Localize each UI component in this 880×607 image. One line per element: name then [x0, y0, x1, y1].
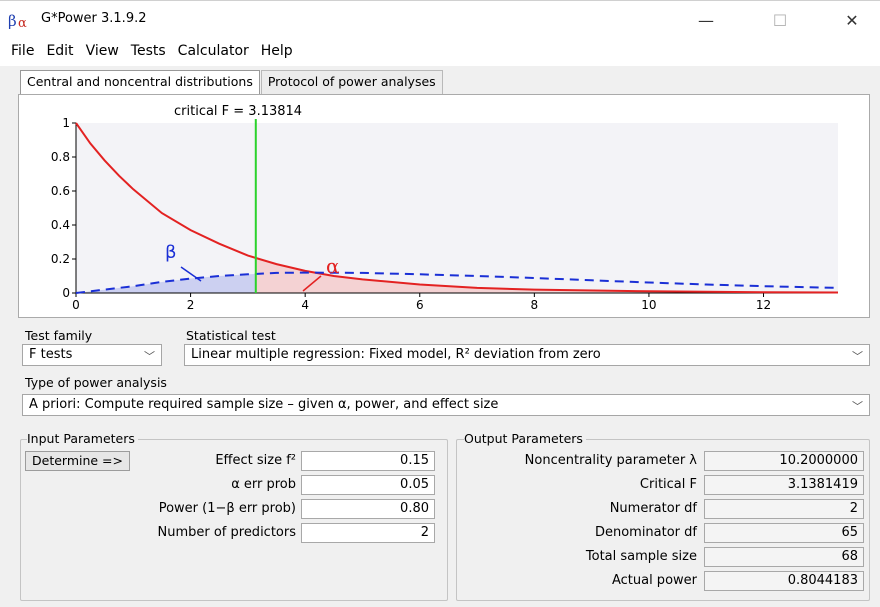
- total-sample-size-value: 68: [704, 547, 864, 567]
- x-tick-label: 6: [416, 298, 424, 312]
- close-button[interactable]: ✕: [832, 7, 872, 33]
- chevron-down-icon: ﹀: [852, 400, 863, 413]
- svg-text:β: β: [8, 12, 17, 29]
- critical-f-value: 3.1381419: [704, 475, 864, 495]
- alpha-err-label: α err prob: [231, 477, 296, 492]
- x-tick-label: 8: [531, 298, 539, 312]
- maximize-button[interactable]: ☐: [760, 7, 800, 33]
- numerator-df-label: Numerator df: [609, 501, 697, 516]
- numerator-df-value: 2: [704, 499, 864, 519]
- alpha-err-input[interactable]: 0.05: [301, 475, 435, 495]
- statistical-test-select[interactable]: Linear multiple regression: Fixed model,…: [184, 344, 870, 366]
- alpha-label: α: [326, 254, 340, 278]
- menu-tests[interactable]: Tests: [130, 41, 167, 61]
- distribution-plot: 0 2 4 6 8 10 12 0 0.2 0.4 0.6 0.8 1 critical F = 3.1…: [18, 94, 870, 318]
- power-analysis-value: A priori: Compute required sample size –…: [29, 397, 499, 412]
- title-bar: β α G*Power 3.1.9.2 — ☐ ✕: [0, 0, 880, 36]
- denominator-df-value: 65: [704, 523, 864, 543]
- power-input[interactable]: 0.80: [301, 499, 435, 519]
- power-label: Power (1−β err prob): [158, 501, 296, 516]
- actual-power-value: 0.8044183: [704, 571, 864, 591]
- output-parameters-title: Output Parameters: [464, 431, 586, 446]
- minimize-button[interactable]: —: [686, 7, 726, 33]
- statistical-test-label: Statistical test: [186, 328, 279, 343]
- y-tick-label: 0.6: [51, 184, 70, 198]
- test-family-value: F tests: [29, 347, 73, 362]
- menu-edit[interactable]: Edit: [45, 41, 74, 61]
- chevron-down-icon: ﹀: [852, 350, 863, 363]
- noncentrality-value: 10.2000000: [704, 451, 864, 471]
- x-tick-label: 10: [641, 298, 656, 312]
- tab-strip: Central and noncentral distributions Pro…: [20, 70, 444, 95]
- noncentrality-label: Noncentrality parameter λ: [524, 453, 697, 468]
- distribution-chart: 0 2 4 6 8 10 12 0 0.2 0.4 0.6 0.8 1 critical F = 3.1…: [51, 104, 839, 312]
- y-tick-label: 0: [62, 286, 70, 300]
- actual-power-label: Actual power: [611, 573, 697, 588]
- y-tick-label: 1: [62, 116, 70, 130]
- menu-file[interactable]: File: [10, 41, 35, 61]
- critical-f-label: critical F = 3.13814: [174, 104, 302, 119]
- y-tick-label: 0.4: [51, 218, 70, 232]
- menu-help[interactable]: Help: [260, 41, 294, 61]
- beta-label: β: [165, 242, 177, 263]
- determine-button[interactable]: Determine =>: [25, 451, 131, 471]
- x-tick-label: 4: [301, 298, 309, 312]
- critical-f-output-label: Critical F: [639, 477, 697, 492]
- effect-size-label: Effect size f²: [215, 453, 296, 468]
- gpower-app-icon: β α: [8, 12, 27, 29]
- plot-area: [76, 123, 838, 293]
- power-analysis-label: Type of power analysis: [25, 375, 170, 390]
- menu-view[interactable]: View: [85, 41, 120, 61]
- chevron-down-icon: ﹀: [144, 350, 155, 363]
- statistical-test-value: Linear multiple regression: Fixed model,…: [191, 347, 601, 362]
- test-family-label: Test family: [25, 328, 96, 343]
- tab-distributions[interactable]: Central and noncentral distributions: [20, 70, 260, 95]
- predictors-label: Number of predictors: [157, 525, 296, 540]
- menu-calculator[interactable]: Calculator: [177, 41, 250, 61]
- total-sample-size-label: Total sample size: [585, 549, 697, 564]
- denominator-df-label: Denominator df: [594, 525, 697, 540]
- tab-protocol[interactable]: Protocol of power analyses: [260, 70, 443, 94]
- predictors-input[interactable]: 2: [301, 523, 435, 543]
- test-family-select[interactable]: F tests ﹀: [22, 344, 162, 366]
- x-tick-label: 12: [756, 298, 771, 312]
- y-tick-label: 0.8: [51, 150, 70, 164]
- power-analysis-select[interactable]: A priori: Compute required sample size –…: [22, 394, 870, 416]
- menu-bar: File Edit View Tests Calculator Help: [0, 36, 880, 66]
- x-tick-label: 2: [187, 298, 195, 312]
- y-tick-label: 0.2: [51, 252, 70, 266]
- x-tick-label: 0: [72, 298, 80, 312]
- window-title: G*Power 3.1.9.2: [41, 11, 147, 26]
- effect-size-input[interactable]: 0.15: [301, 451, 435, 471]
- svg-text:α: α: [18, 16, 27, 29]
- input-parameters-title: Input Parameters: [27, 431, 138, 446]
